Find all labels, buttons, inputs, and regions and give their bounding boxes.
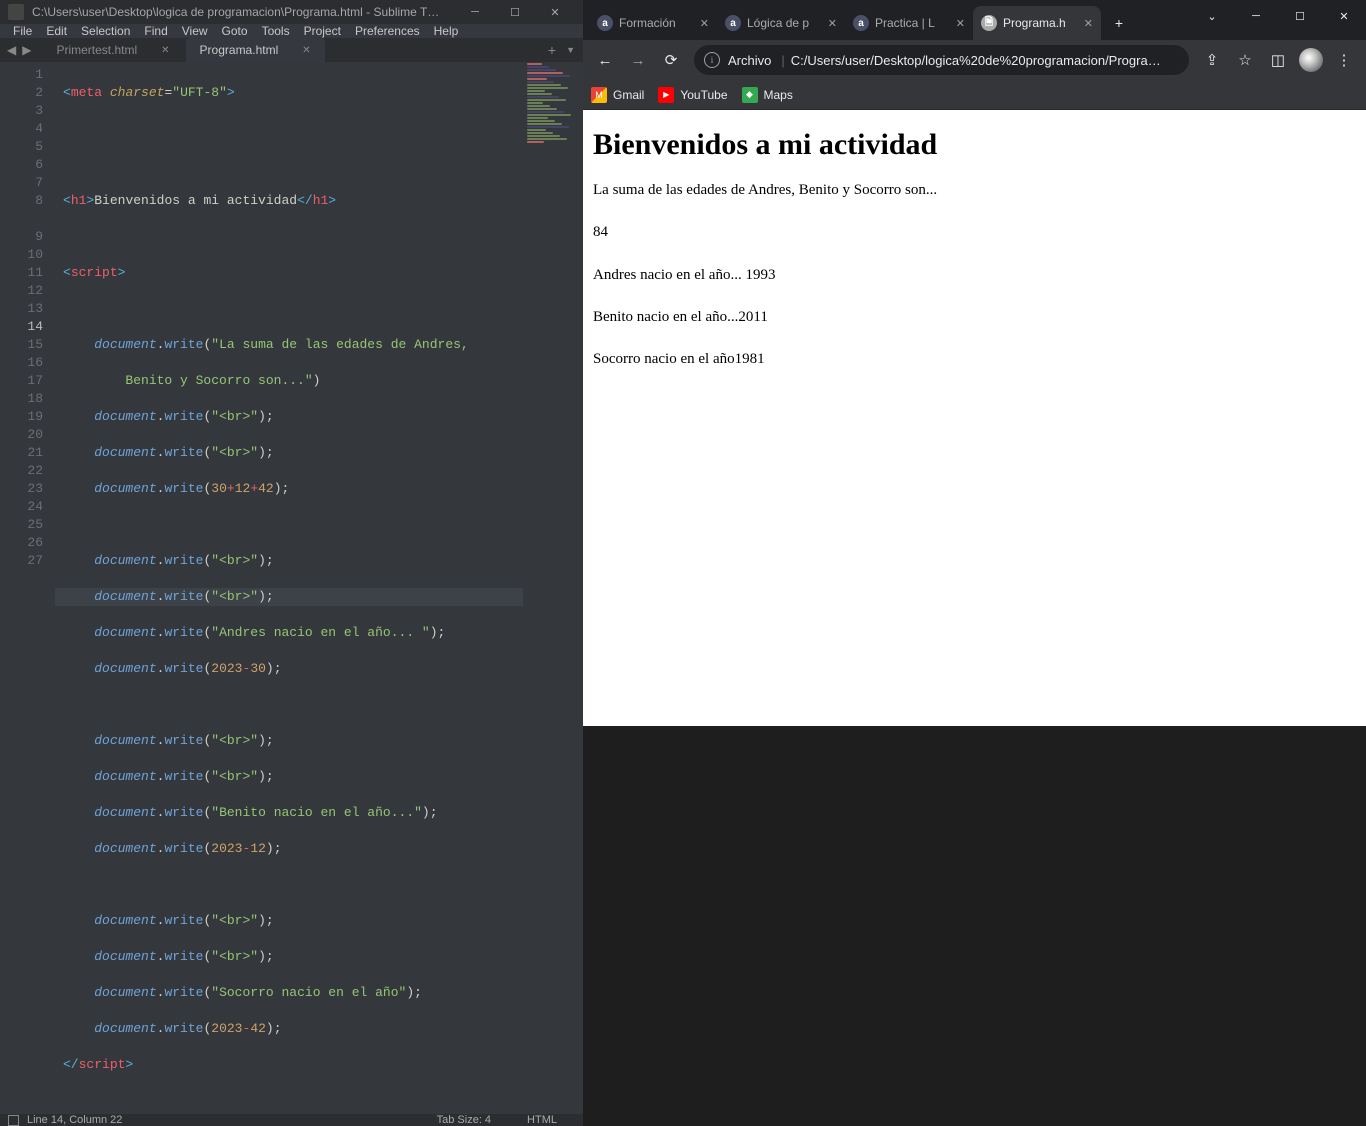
page-text-line: 84 <box>593 222 1356 242</box>
status-language[interactable]: HTML <box>527 1114 557 1126</box>
bookmarks-bar: M Gmail ▶ YouTube ◆ Maps <box>583 80 1366 110</box>
url-separator: | <box>781 53 784 68</box>
reload-button[interactable]: ⟳ <box>655 44 687 76</box>
menu-find[interactable]: Find <box>137 24 174 38</box>
close-button[interactable]: ✕ <box>1322 1 1366 31</box>
status-panel-toggle[interactable] <box>8 1115 19 1126</box>
forward-button[interactable]: → <box>622 44 654 76</box>
site-info-icon[interactable]: i <box>704 52 720 68</box>
chrome-toolbar: ← → ⟳ i Archivo | C:/Users/user/Desktop/… <box>583 40 1366 80</box>
minimize-button[interactable]: ─ <box>1234 1 1278 31</box>
sublime-window: C:\Users\user\Desktop\logica de programa… <box>0 0 583 726</box>
menu-view[interactable]: View <box>175 24 215 38</box>
url-path: C:/Users/user/Desktop/logica%20de%20prog… <box>791 53 1179 68</box>
status-tabsize[interactable]: Tab Size: 4 <box>437 1114 491 1126</box>
page-content: Bienvenidos a mi actividad La suma de la… <box>583 110 1366 726</box>
sublime-tab-bar: ◀ ▶ Primertest.html ✕ Programa.html ✕ + … <box>0 38 583 62</box>
tab-nav-forward-icon[interactable]: ▶ <box>19 43 34 57</box>
tab-close-icon[interactable]: ✕ <box>161 45 169 56</box>
status-position[interactable]: Line 14, Column 22 <box>27 1114 122 1126</box>
side-panel-icon[interactable]: ◫ <box>1262 44 1294 76</box>
bookmark-label: YouTube <box>680 88 727 102</box>
tab-nav-back-icon[interactable]: ◀ <box>4 43 19 57</box>
menu-tools[interactable]: Tools <box>255 24 297 38</box>
url-protocol: Archivo <box>728 53 771 68</box>
tab-close-icon[interactable]: ✕ <box>1084 17 1093 30</box>
sublime-statusbar: Line 14, Column 22 Tab Size: 4 HTML <box>0 1114 583 1126</box>
minimize-button[interactable]: ─ <box>455 0 495 24</box>
gmail-icon: M <box>591 87 607 103</box>
bookmark-label: Maps <box>764 88 793 102</box>
browser-tab-label: Lógica de p <box>747 16 824 30</box>
minimap[interactable] <box>523 62 583 1114</box>
menu-preferences[interactable]: Preferences <box>348 24 427 38</box>
close-button[interactable]: ✕ <box>535 0 575 24</box>
line-gutter: 1234567891011121314151617181920212223242… <box>0 62 55 1114</box>
editor-tab-primertest[interactable]: Primertest.html ✕ <box>42 38 183 62</box>
browser-tab-programa[interactable]: 🗎 Programa.h ✕ <box>973 6 1101 40</box>
address-bar[interactable]: i Archivo | C:/Users/user/Desktop/logica… <box>694 45 1189 75</box>
menu-help[interactable]: Help <box>427 24 466 38</box>
favicon-icon: a <box>597 15 613 31</box>
browser-tab-label: Programa.h <box>1003 16 1080 30</box>
tab-close-icon[interactable]: ✕ <box>828 17 837 30</box>
code-area[interactable]: <meta charset="UFT-8"> <h1>Bienvenidos a… <box>55 62 583 1114</box>
page-heading: Bienvenidos a mi actividad <box>593 128 1356 162</box>
tab-close-icon[interactable]: ✕ <box>956 17 965 30</box>
sublime-menubar: File Edit Selection Find View Goto Tools… <box>0 24 583 38</box>
browser-tab-label: Practica | L <box>875 16 952 30</box>
favicon-icon: a <box>725 15 741 31</box>
editor-tab-programa[interactable]: Programa.html ✕ <box>186 38 325 62</box>
profile-avatar[interactable] <box>1299 48 1323 72</box>
editor-tab-label: Programa.html <box>200 43 279 57</box>
editor-tab-label: Primertest.html <box>56 43 137 57</box>
tab-dropdown-icon[interactable]: ▼ <box>562 45 579 55</box>
page-text-line: Socorro nacio en el año1981 <box>593 349 1356 369</box>
tab-close-icon[interactable]: ✕ <box>302 45 310 56</box>
browser-tab-formacion[interactable]: a Formación ✕ <box>589 6 717 40</box>
sublime-app-icon <box>8 4 24 20</box>
page-text-line: Andres nacio en el año... 1993 <box>593 265 1356 285</box>
sublime-window-title: C:\Users\user\Desktop\logica de programa… <box>32 5 455 19</box>
bookmark-label: Gmail <box>613 88 644 102</box>
page-text-line: Benito nacio en el año...2011 <box>593 307 1356 327</box>
menu-selection[interactable]: Selection <box>74 24 137 38</box>
bookmark-star-icon[interactable]: ☆ <box>1229 44 1261 76</box>
file-favicon-icon: 🗎 <box>981 15 997 31</box>
menu-project[interactable]: Project <box>297 24 348 38</box>
youtube-icon: ▶ <box>658 87 674 103</box>
browser-tab-logica[interactable]: a Lógica de p ✕ <box>717 6 845 40</box>
chrome-window: a Formación ✕ a Lógica de p ✕ a Practica… <box>583 0 1366 726</box>
menu-goto[interactable]: Goto <box>215 24 255 38</box>
maps-icon: ◆ <box>742 87 758 103</box>
maximize-button[interactable]: ☐ <box>1278 1 1322 31</box>
chrome-tab-strip: a Formación ✕ a Lógica de p ✕ a Practica… <box>583 0 1190 40</box>
share-icon[interactable]: ⇪ <box>1196 44 1228 76</box>
bookmark-maps[interactable]: ◆ Maps <box>742 87 793 103</box>
page-text-line: La suma de las edades de Andres, Benito … <box>593 180 1356 200</box>
new-tab-button[interactable]: + <box>1105 9 1133 37</box>
browser-tab-label: Formación <box>619 16 696 30</box>
favicon-icon: a <box>853 15 869 31</box>
tab-search-icon[interactable]: ⌄ <box>1190 1 1234 31</box>
bookmark-youtube[interactable]: ▶ YouTube <box>658 87 727 103</box>
tab-close-icon[interactable]: ✕ <box>700 17 709 30</box>
menu-edit[interactable]: Edit <box>39 24 74 38</box>
bookmark-gmail[interactable]: M Gmail <box>591 87 644 103</box>
new-tab-button[interactable]: + <box>542 42 562 58</box>
back-button[interactable]: ← <box>589 44 621 76</box>
menu-file[interactable]: File <box>6 24 39 38</box>
sublime-editor[interactable]: 1234567891011121314151617181920212223242… <box>0 62 583 1114</box>
maximize-button[interactable]: ☐ <box>495 0 535 24</box>
menu-icon[interactable]: ⋮ <box>1328 44 1360 76</box>
chrome-titlebar[interactable]: a Formación ✕ a Lógica de p ✕ a Practica… <box>583 0 1366 40</box>
sublime-titlebar[interactable]: C:\Users\user\Desktop\logica de programa… <box>0 0 583 24</box>
browser-tab-practica[interactable]: a Practica | L ✕ <box>845 6 973 40</box>
